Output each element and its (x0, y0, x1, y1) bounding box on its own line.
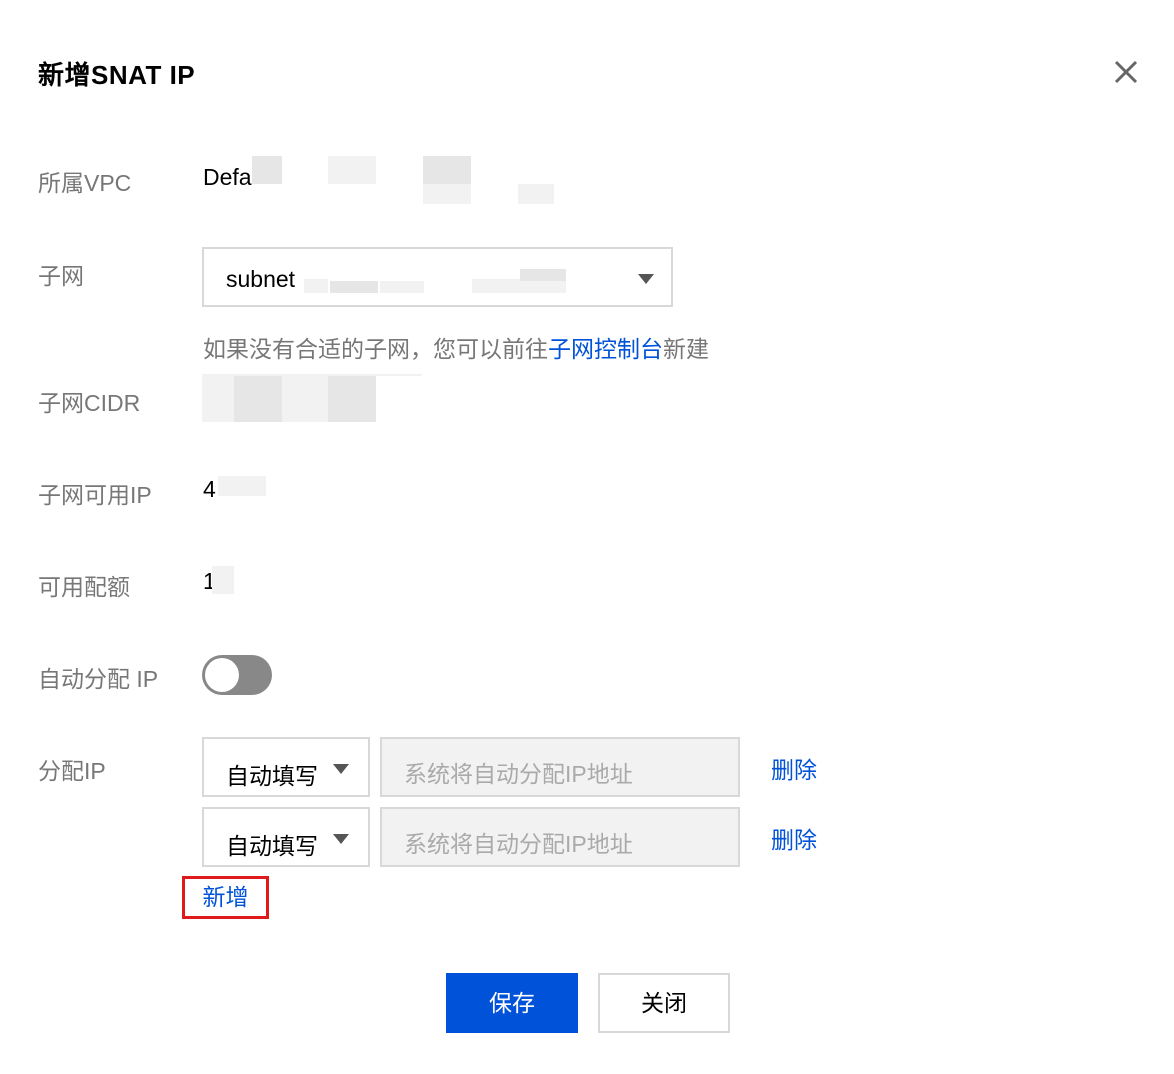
ip-address-input[interactable]: 系统将自动分配IP地址 (380, 807, 740, 867)
add-snat-ip-dialog: 新增SNAT IP 所属VPC Defa 子网 subnet 如果没有合适的子网… (0, 0, 1174, 1074)
subnet-available-ip-value: 4 (203, 476, 216, 502)
redacted-block (423, 184, 471, 204)
subnet-hint-text: 如果没有合适的子网，您可以前往 (203, 336, 548, 362)
redacted-block (282, 376, 328, 422)
toggle-knob (205, 658, 239, 692)
vpc-value: Defa (203, 164, 252, 190)
assign-mode-select[interactable]: 自动填写 (202, 807, 370, 867)
redacted-block (328, 376, 376, 422)
redacted-block (380, 281, 424, 293)
redacted-block (202, 376, 234, 422)
redacted-block (252, 156, 282, 184)
subnet-select[interactable]: subnet (202, 247, 673, 307)
redacted-block (520, 281, 566, 293)
subnet-selected-value: subnet (226, 266, 296, 292)
add-ip-button[interactable]: 新增 (182, 876, 269, 919)
subnet-hint-suffix: 新建 (663, 336, 709, 362)
close-icon[interactable] (1106, 52, 1146, 92)
delete-ip-button[interactable]: 删除 (771, 821, 817, 855)
save-button[interactable]: 保存 (446, 973, 578, 1033)
vpc-label: 所属VPC (38, 170, 132, 196)
chevron-down-icon (333, 764, 349, 774)
chevron-down-icon (333, 834, 349, 844)
auto-assign-label: 自动分配 IP (38, 666, 159, 692)
assign-mode-value: 自动填写 (226, 833, 318, 859)
auto-assign-toggle[interactable] (202, 655, 272, 695)
redacted-block (520, 269, 566, 281)
subnet-hint: 如果没有合适的子网，您可以前往子网控制台新建 (203, 330, 709, 364)
redacted-block (234, 376, 282, 422)
redacted-block (328, 156, 376, 184)
redacted-block (518, 184, 554, 204)
redacted-block (218, 476, 266, 496)
dialog-title: 新增SNAT IP (38, 60, 196, 90)
assign-mode-select[interactable]: 自动填写 (202, 737, 370, 797)
redacted-block (472, 279, 520, 293)
subnet-available-ip-label: 子网可用IP (38, 482, 152, 508)
assign-mode-value: 自动填写 (226, 763, 318, 789)
close-button[interactable]: 关闭 (598, 973, 730, 1033)
assign-ip-label: 分配IP (38, 758, 106, 784)
subnet-cidr-label: 子网CIDR (38, 390, 141, 416)
subnet-label: 子网 (38, 263, 84, 289)
redacted-block (330, 281, 378, 293)
available-quota-label: 可用配额 (38, 574, 130, 600)
ip-address-input[interactable]: 系统将自动分配IP地址 (380, 737, 740, 797)
subnet-console-link[interactable]: 子网控制台 (548, 336, 663, 362)
redacted-block (423, 156, 471, 184)
delete-ip-button[interactable]: 删除 (771, 751, 817, 785)
redacted-block (304, 279, 328, 293)
redacted-block (212, 566, 234, 594)
chevron-down-icon (638, 274, 654, 284)
